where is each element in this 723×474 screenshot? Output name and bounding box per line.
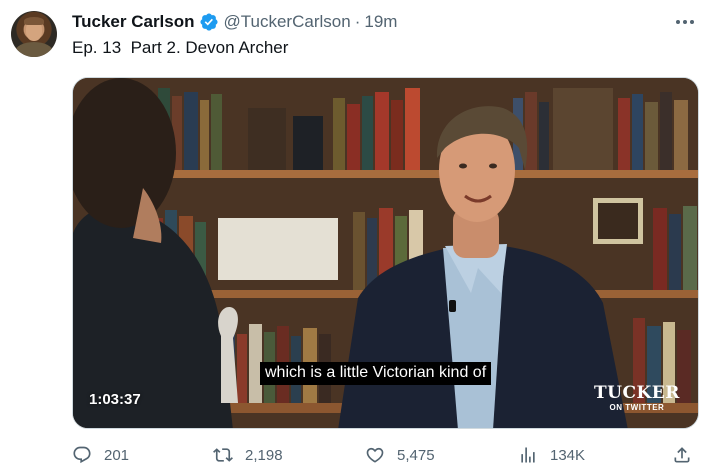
author-display-name[interactable]: Tucker Carlson	[72, 12, 195, 32]
video-caption: which is a little Victorian kind of	[260, 362, 492, 385]
video-duration: 1:03:37	[89, 391, 141, 408]
tweet-header: Tucker Carlson @TuckerCarlson · 19m	[72, 10, 397, 34]
retweet-button[interactable]: 2,198	[213, 444, 283, 466]
watermark-logo: TUCKER ON TWITTER	[594, 385, 680, 412]
video-player[interactable]: which is a little Victorian kind of 1:03…	[72, 77, 699, 429]
retweet-icon	[213, 448, 233, 462]
more-dots-icon	[676, 20, 680, 24]
views-bars-icon	[521, 447, 535, 463]
watermark-main: TUCKER	[594, 383, 680, 403]
like-button[interactable]: 5,475	[365, 444, 435, 466]
retweet-count: 2,198	[245, 446, 283, 464]
share-icon	[674, 447, 690, 463]
views-count: 134K	[550, 446, 586, 464]
views-button[interactable]: 134K	[518, 444, 585, 466]
reply-icon	[73, 446, 91, 464]
watermark-sub: ON TWITTER	[609, 403, 665, 412]
meta-separator: ·	[354, 12, 361, 31]
avatar[interactable]	[11, 11, 57, 57]
reply-count: 201	[104, 446, 130, 464]
reply-button[interactable]: 201	[72, 444, 129, 466]
verified-badge-icon[interactable]	[199, 12, 219, 32]
avatar-hair	[24, 17, 44, 25]
avatar-shoulders	[15, 42, 53, 57]
like-count: 5,475	[397, 446, 435, 464]
timestamp[interactable]: 19m	[364, 12, 397, 32]
heart-icon	[366, 447, 384, 463]
tweet-text: Ep. 13 Part 2. Devon Archer	[72, 38, 289, 57]
more-options-button[interactable]	[673, 12, 697, 32]
share-button[interactable]	[672, 444, 692, 466]
tweet[interactable]: Tucker Carlson @TuckerCarlson · 19m Ep. …	[0, 0, 723, 474]
author-handle[interactable]: @TuckerCarlson	[224, 12, 351, 32]
tweet-actions: 201 2,198 5,475 134K	[72, 444, 699, 466]
